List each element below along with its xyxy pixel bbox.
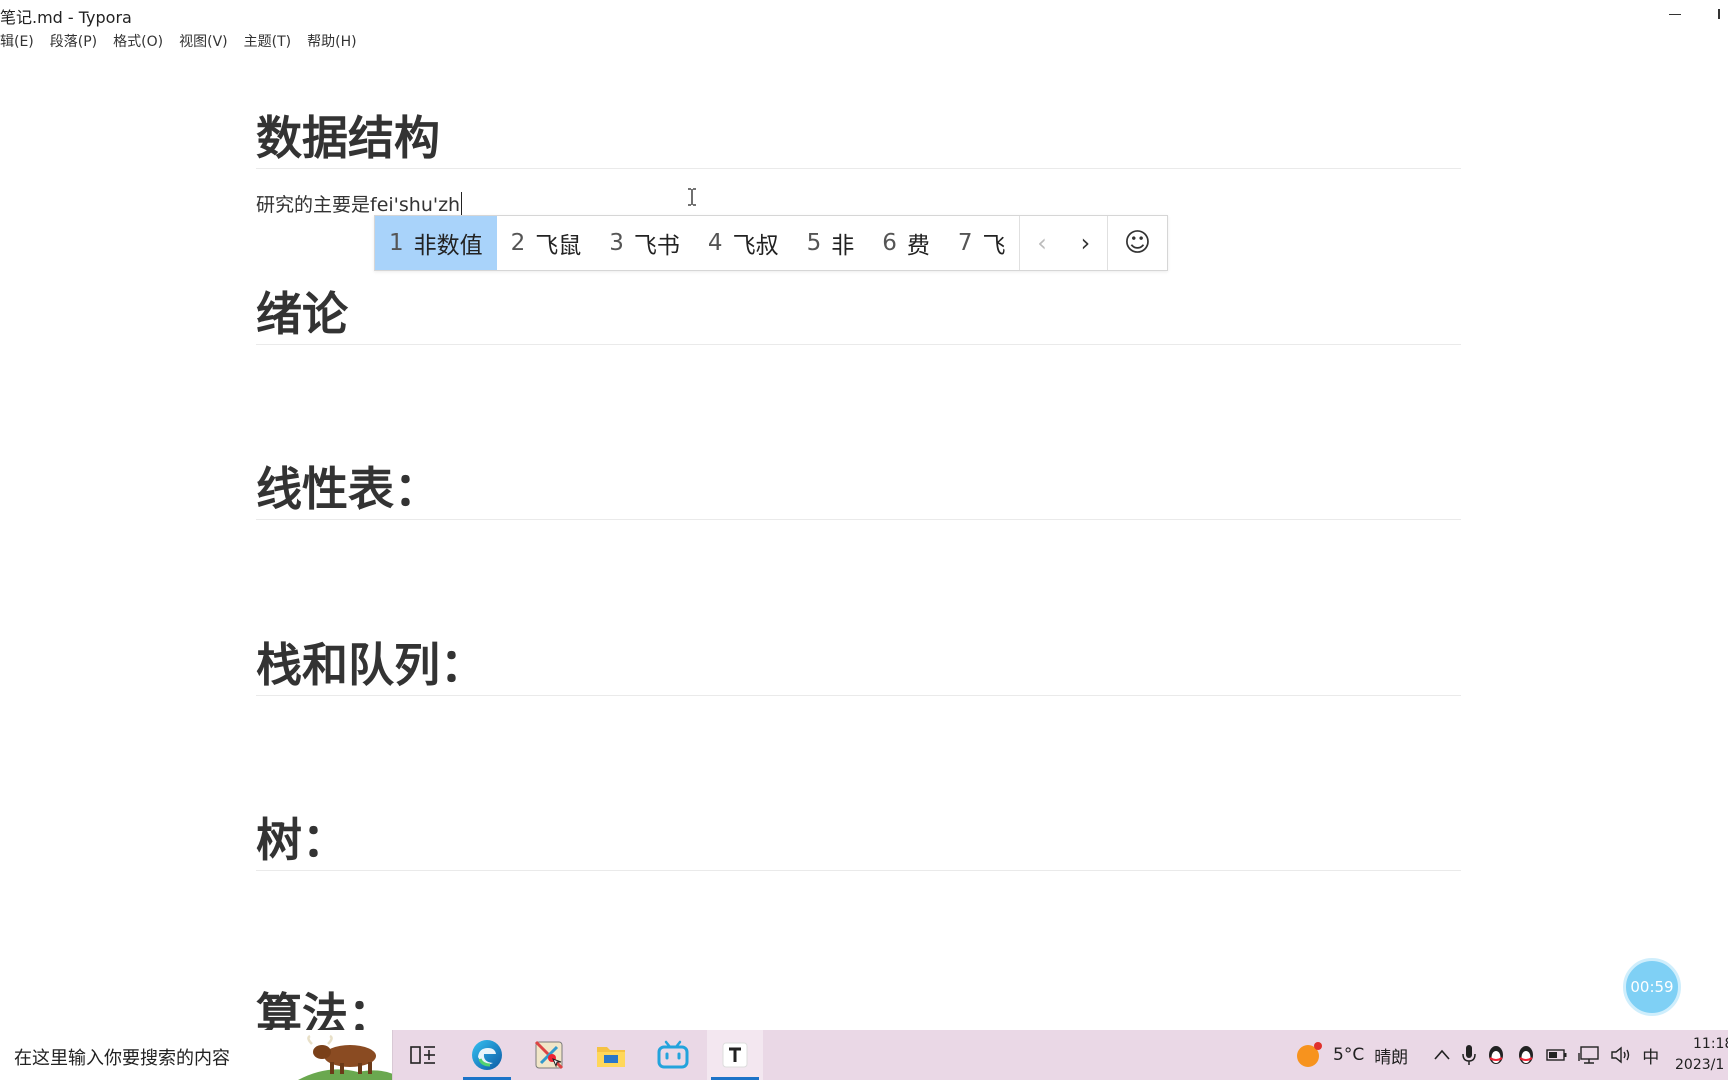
- maximize-button[interactable]: [1718, 0, 1728, 28]
- ime-candidate-4[interactable]: 4 飞叔: [694, 216, 793, 270]
- recording-timer-bubble[interactable]: 00:59: [1623, 958, 1681, 1016]
- task-view-icon: [410, 1046, 435, 1064]
- qq-penguin-icon[interactable]: [1516, 1044, 1536, 1066]
- minimize-button[interactable]: [1658, 0, 1692, 28]
- task-view-button[interactable]: [395, 1030, 451, 1080]
- candidate-text: 飞叔: [732, 233, 779, 259]
- heading-tree[interactable]: 树：: [256, 810, 1461, 871]
- text-caret: [461, 192, 463, 215]
- bull-illustration-icon: [298, 1034, 392, 1080]
- ime-candidate-3[interactable]: 3 飞书: [595, 216, 694, 270]
- candidate-number: 7: [957, 230, 973, 256]
- heading-algorithm[interactable]: 算法：: [256, 985, 1461, 1030]
- paragraph-line[interactable]: 研究的主要是fei'shu'zh: [256, 190, 463, 217]
- typora-window: 笔记.md - Typora 辑(E) 段落(P) 格式(O) 视图(V) 主题…: [0, 0, 1728, 1030]
- ime-candidate-5[interactable]: 5非: [793, 216, 869, 270]
- maximize-icon: [1718, 9, 1721, 19]
- edge-browser-icon: [472, 1040, 502, 1070]
- ime-candidate-window: 1 非数值 2 飞鼠 3 飞书 4 飞叔 5非 6费 7飞 ‹ › ☺: [374, 215, 1168, 271]
- candidate-number: 3: [609, 230, 624, 256]
- system-tray: 5°C 晴朗 中: [1295, 1030, 1669, 1080]
- weather-description[interactable]: 晴朗: [1374, 1043, 1408, 1068]
- weather-temperature[interactable]: 5°C: [1333, 1045, 1364, 1065]
- ime-emoji-button[interactable]: ☺: [1108, 216, 1167, 270]
- ime-candidate-1[interactable]: 1 非数值: [375, 216, 497, 270]
- candidate-number: 2: [510, 230, 526, 256]
- candidate-number: 5: [806, 230, 822, 256]
- menu-edit[interactable]: 辑(E): [0, 32, 42, 54]
- heading-linear-list[interactable]: 线性表：: [256, 459, 1461, 520]
- taskbar-bilibili[interactable]: [645, 1030, 701, 1080]
- search-placeholder: 在这里输入你要搜索的内容: [14, 1048, 230, 1069]
- ime-candidate-7[interactable]: 7飞: [944, 216, 1020, 270]
- clock-date: 2023/1: [1675, 1057, 1725, 1073]
- heading-intro[interactable]: 绪论: [256, 284, 1461, 345]
- input-method-indicator[interactable]: 中: [1642, 1043, 1659, 1068]
- minimize-icon: [1669, 13, 1681, 15]
- menu-paragraph[interactable]: 段落(P): [42, 32, 105, 54]
- volume-icon[interactable]: [1610, 1046, 1632, 1064]
- network-icon[interactable]: [1578, 1045, 1600, 1065]
- clock[interactable]: 11:18 2023/1: [1675, 1034, 1728, 1076]
- ime-next-page-button[interactable]: ›: [1064, 216, 1107, 270]
- qq-penguin-icon[interactable]: [1486, 1044, 1506, 1066]
- taskbar-search-box[interactable]: 在这里输入你要搜索的内容: [0, 1030, 393, 1080]
- window-title: 笔记.md - Typora: [0, 8, 132, 27]
- candidate-text: 飞: [982, 233, 1006, 259]
- bilibili-icon: [657, 1040, 689, 1069]
- candidate-number: 1: [389, 230, 404, 256]
- candidate-text: 非: [831, 233, 855, 259]
- battery-icon[interactable]: [1546, 1048, 1568, 1062]
- taskbar-file-explorer[interactable]: [583, 1030, 639, 1080]
- candidate-text: 费: [906, 233, 930, 259]
- candidate-text: 非数值: [413, 233, 483, 259]
- chevron-right-icon: ›: [1080, 229, 1091, 257]
- paint-app-icon: [534, 1040, 564, 1070]
- ime-candidate-6[interactable]: 6费: [868, 216, 944, 270]
- taskbar-paint-app[interactable]: [521, 1030, 577, 1080]
- candidate-text: 飞鼠: [535, 233, 582, 259]
- microphone-icon[interactable]: [1462, 1044, 1476, 1066]
- taskbar: 在这里输入你要搜索的内容 5°C 晴朗 中 11:1 2023/1: [0, 1030, 1728, 1080]
- ibeam-cursor-icon: [688, 188, 696, 206]
- ime-prev-page-button[interactable]: ‹: [1020, 216, 1063, 270]
- heading-stack-queue[interactable]: 栈和队列：: [256, 635, 1461, 696]
- ime-candidate-2[interactable]: 2 飞鼠: [497, 216, 596, 270]
- menu-view[interactable]: 视图(V): [171, 32, 236, 54]
- smiley-icon: ☺: [1123, 228, 1152, 258]
- candidate-text: 飞书: [633, 233, 680, 259]
- timer-text: 00:59: [1630, 978, 1674, 996]
- taskbar-typora[interactable]: [707, 1030, 763, 1080]
- chevron-up-icon[interactable]: [1432, 1048, 1452, 1062]
- menu-format[interactable]: 格式(O): [105, 32, 171, 54]
- folder-icon: [597, 1047, 625, 1067]
- heading-data-structures[interactable]: 数据结构: [256, 108, 1461, 169]
- document-area[interactable]: 数据结构 研究的主要是fei'shu'zh 绪论 线性表： 栈和队列： 树： 算…: [256, 0, 1461, 1030]
- typora-icon: [722, 1042, 748, 1068]
- clock-time: 11:18: [1693, 1036, 1728, 1052]
- taskbar-edge[interactable]: [459, 1030, 515, 1080]
- paragraph-text: 研究的主要是fei'shu'zh: [256, 194, 461, 216]
- sun-weather-icon: [1297, 1042, 1322, 1067]
- candidate-number: 6: [882, 230, 897, 256]
- chevron-left-icon: ‹: [1037, 229, 1047, 257]
- candidate-number: 4: [707, 230, 723, 256]
